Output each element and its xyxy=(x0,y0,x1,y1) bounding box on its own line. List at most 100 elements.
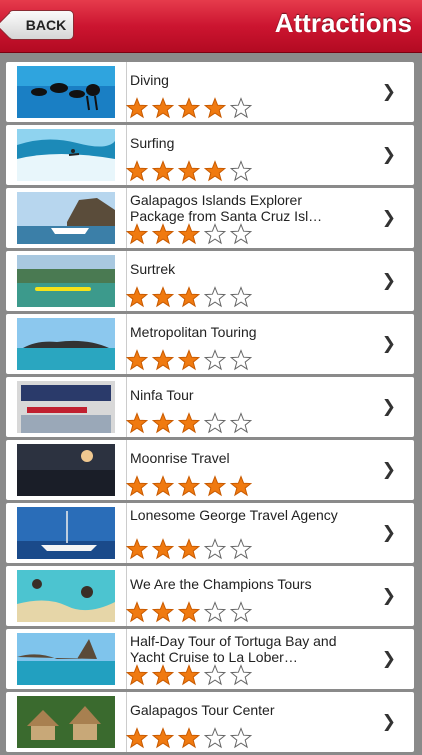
thumbnail xyxy=(6,314,127,374)
star-outline-icon xyxy=(229,97,253,119)
galapagos-boat-image xyxy=(17,192,115,244)
storefront-image xyxy=(17,381,115,433)
star-filled-icon xyxy=(151,601,175,623)
surfing-image xyxy=(17,129,115,181)
item-title: Diving xyxy=(130,72,169,88)
thumbnail xyxy=(6,62,127,122)
list-item[interactable]: Surfing ❯ xyxy=(6,125,414,185)
star-rating xyxy=(124,664,254,686)
star-outline-icon xyxy=(229,727,253,749)
star-filled-icon xyxy=(177,349,201,371)
list-item[interactable]: Galapagos Islands Explorer Package from … xyxy=(6,188,414,248)
star-filled-icon xyxy=(177,223,201,245)
star-filled-icon xyxy=(177,475,201,497)
item-title: Galapagos Tour Center xyxy=(130,702,275,718)
star-filled-icon xyxy=(151,286,175,308)
star-rating xyxy=(124,286,254,308)
star-filled-icon xyxy=(177,601,201,623)
page-title: Attractions xyxy=(274,8,412,38)
star-filled-icon xyxy=(125,664,149,686)
chevron-right-icon: ❯ xyxy=(381,145,396,164)
list-item[interactable]: Lonesome George Travel Agency ❯ xyxy=(6,503,414,563)
star-filled-icon xyxy=(177,97,201,119)
diving-image xyxy=(17,66,115,118)
item-title: We Are the Champions Tours xyxy=(130,576,312,592)
thumbnail xyxy=(6,440,127,500)
star-outline-icon xyxy=(229,286,253,308)
star-filled-icon xyxy=(203,97,227,119)
star-filled-icon xyxy=(151,223,175,245)
item-title: Half-Day Tour of Tortuga Bay and Yacht C… xyxy=(130,633,337,665)
star-filled-icon xyxy=(177,412,201,434)
list-item[interactable]: Moonrise Travel ❯ xyxy=(6,440,414,500)
star-outline-icon xyxy=(229,223,253,245)
star-filled-icon xyxy=(203,160,227,182)
star-rating xyxy=(124,538,254,560)
star-filled-icon xyxy=(151,475,175,497)
back-button[interactable]: BACK xyxy=(8,10,74,40)
chevron-right-icon: ❯ xyxy=(381,271,396,290)
thumbnail xyxy=(6,377,127,437)
list-item[interactable]: Ninfa Tour ❯ xyxy=(6,377,414,437)
star-outline-icon xyxy=(203,286,227,308)
star-filled-icon xyxy=(151,412,175,434)
chevron-right-icon: ❯ xyxy=(381,208,396,227)
list-item[interactable]: Metropolitan Touring ❯ xyxy=(6,314,414,374)
star-filled-icon xyxy=(151,538,175,560)
kayak-image xyxy=(17,255,115,307)
chevron-right-icon: ❯ xyxy=(381,82,396,101)
thumbnail xyxy=(6,251,127,311)
thumbnail xyxy=(6,503,127,563)
star-filled-icon xyxy=(177,286,201,308)
star-outline-icon xyxy=(203,223,227,245)
chevron-right-icon: ❯ xyxy=(381,460,396,479)
star-filled-icon xyxy=(177,727,201,749)
star-filled-icon xyxy=(125,538,149,560)
island-image xyxy=(17,318,115,370)
bay-image xyxy=(17,633,115,685)
beach-rocks-image xyxy=(17,570,115,622)
star-outline-icon xyxy=(203,601,227,623)
chevron-right-icon: ❯ xyxy=(381,649,396,668)
catamaran-image xyxy=(17,507,115,559)
star-outline-icon xyxy=(229,601,253,623)
star-outline-icon xyxy=(203,727,227,749)
list-item[interactable]: Galapagos Tour Center ❯ xyxy=(6,692,414,752)
list-item[interactable]: Half-Day Tour of Tortuga Bay and Yacht C… xyxy=(6,629,414,689)
star-filled-icon xyxy=(125,160,149,182)
list-item[interactable]: Diving ❯ xyxy=(6,62,414,122)
star-filled-icon xyxy=(151,160,175,182)
huts-image xyxy=(17,696,115,748)
star-outline-icon xyxy=(229,664,253,686)
star-filled-icon xyxy=(125,601,149,623)
star-filled-icon xyxy=(125,727,149,749)
item-title: Moonrise Travel xyxy=(130,450,230,466)
star-filled-icon xyxy=(151,97,175,119)
thumbnail xyxy=(6,125,127,185)
star-filled-icon xyxy=(125,475,149,497)
list-item[interactable]: Surtrek ❯ xyxy=(6,251,414,311)
list-item[interactable]: We Are the Champions Tours ❯ xyxy=(6,566,414,626)
star-rating xyxy=(124,97,254,119)
star-outline-icon xyxy=(229,349,253,371)
item-title: Surfing xyxy=(130,135,175,151)
chevron-right-icon: ❯ xyxy=(381,523,396,542)
chevron-right-icon: ❯ xyxy=(381,586,396,605)
star-filled-icon xyxy=(177,664,201,686)
attractions-list: Diving ❯ Surfing ❯ Galapagos Islands Exp xyxy=(6,62,414,755)
thumbnail xyxy=(6,692,127,752)
star-rating xyxy=(124,601,254,623)
star-rating xyxy=(124,349,254,371)
star-rating xyxy=(124,475,254,497)
star-rating xyxy=(124,223,254,245)
star-filled-icon xyxy=(177,160,201,182)
chevron-right-icon: ❯ xyxy=(381,397,396,416)
star-filled-icon xyxy=(229,475,253,497)
thumbnail xyxy=(6,566,127,626)
star-outline-icon xyxy=(203,538,227,560)
star-filled-icon xyxy=(151,349,175,371)
star-outline-icon xyxy=(229,538,253,560)
item-title: Surtrek xyxy=(130,261,176,277)
item-title: Ninfa Tour xyxy=(130,387,194,403)
thumbnail xyxy=(6,188,127,248)
